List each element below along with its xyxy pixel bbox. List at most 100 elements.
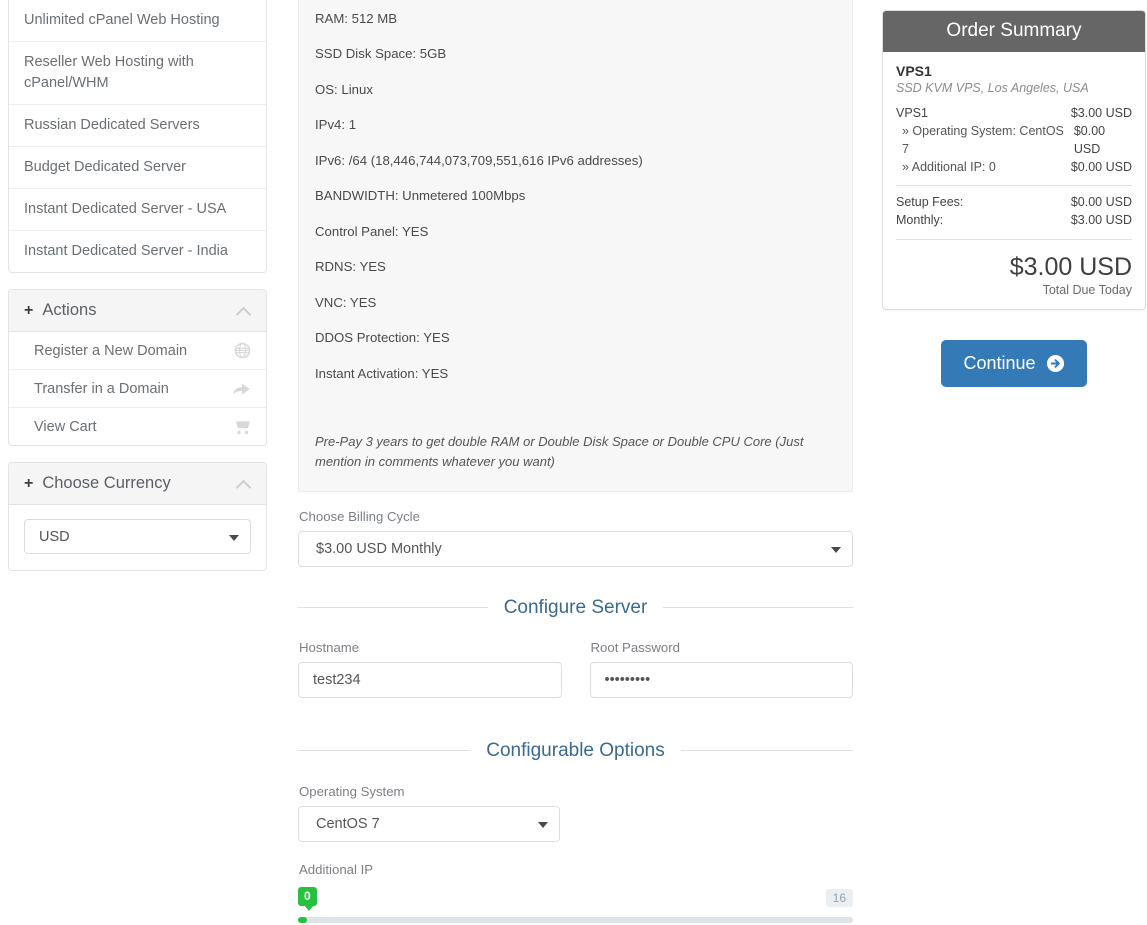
chevron-down-icon xyxy=(538,822,548,828)
order-line: » Operating System: CentOS 7$0.00 USD xyxy=(896,122,1132,158)
chevron-down-icon xyxy=(229,535,239,541)
actions-panel-header[interactable]: + Actions xyxy=(9,290,266,332)
currency-panel: + Choose Currency USD xyxy=(8,462,267,571)
plus-icon: + xyxy=(24,303,33,319)
continue-button-label: Continue xyxy=(963,353,1035,374)
root-password-input[interactable] xyxy=(590,662,854,698)
billing-cycle-select[interactable]: $3.00 USD Monthly xyxy=(298,531,853,567)
order-product-subtitle: SSD KVM VPS, Los Angeles, USA xyxy=(896,81,1132,95)
order-summary-column: Order Summary VPS1 SSD KVM VPS, Los Ange… xyxy=(882,10,1146,387)
currency-select[interactable]: USD xyxy=(24,519,251,554)
slider-value-tooltip: 0 xyxy=(298,887,317,906)
additional-ip-slider[interactable]: 0 16 012345678910111213141516 xyxy=(298,887,853,925)
divider-line-left xyxy=(298,750,470,751)
slider-max-badge: 16 xyxy=(826,889,853,907)
spec-line: IPv4: 1 xyxy=(315,106,836,141)
order-summary-body: VPS1 SSD KVM VPS, Los Angeles, USA VPS1$… xyxy=(883,52,1145,309)
sidebar-nav-item[interactable]: Instant Dedicated Server - USA xyxy=(9,188,266,230)
sidebar-nav-item[interactable]: Unlimited cPanel Web Hosting xyxy=(9,0,266,41)
actions-panel-title: Actions xyxy=(42,301,237,320)
chevron-down-icon xyxy=(831,547,841,553)
sidebar-nav-item[interactable]: Budget Dedicated Server xyxy=(9,146,266,188)
root-password-label: Root Password xyxy=(591,640,854,655)
spec-line: VNC: YES xyxy=(315,284,836,319)
server-fields-row: Hostname Root Password xyxy=(298,623,853,698)
hostname-input[interactable] xyxy=(298,662,562,698)
order-summary-heading: Order Summary xyxy=(883,11,1145,52)
order-line: VPS1$3.00 USD xyxy=(896,104,1132,122)
plus-icon: + xyxy=(24,476,33,492)
category-nav-panel: Unlimited cPanel Web HostingReseller Web… xyxy=(8,0,267,273)
spec-line: BANDWIDTH: Unmetered 100Mbps xyxy=(315,177,836,212)
continue-button[interactable]: Continue xyxy=(941,340,1086,387)
order-total-amount: $3.00 USD xyxy=(896,254,1132,282)
order-line-price: $0.00 USD xyxy=(1074,122,1132,158)
divider-line-right xyxy=(663,607,853,608)
root-password-field-group: Root Password xyxy=(590,623,854,698)
currency-select-value: USD xyxy=(39,529,70,545)
divider-line-left xyxy=(298,607,488,608)
order-line-price: $3.00 USD xyxy=(1071,211,1132,229)
sidebar-nav-item[interactable]: Reseller Web Hosting with cPanel/WHM xyxy=(9,41,266,104)
order-summary-panel: Order Summary VPS1 SSD KVM VPS, Los Ange… xyxy=(882,10,1146,310)
product-note: Pre-Pay 3 years to get double RAM or Dou… xyxy=(315,432,836,476)
chevron-up-icon[interactable] xyxy=(237,479,251,488)
order-divider-2 xyxy=(896,239,1132,240)
arrow-circle-right-icon xyxy=(1046,354,1065,373)
order-line-price: $0.00 USD xyxy=(1071,158,1132,176)
slider-fill xyxy=(298,917,307,923)
action-item-label: Register a New Domain xyxy=(34,343,187,359)
spec-line: IPv6: /64 (18,446,744,073,709,551,616 IP… xyxy=(315,142,836,177)
hostname-label: Hostname xyxy=(299,640,562,655)
spec-line: SSD Disk Space: 5GB xyxy=(315,35,836,70)
operating-system-select[interactable]: CentOS 7 xyxy=(298,806,560,842)
order-line: Setup Fees: $0.00 USD xyxy=(896,193,1132,211)
billing-cycle-value: $3.00 USD Monthly xyxy=(316,541,442,557)
order-line-label: » Operating System: CentOS 7 xyxy=(896,122,1074,158)
share-arrow-icon xyxy=(232,380,251,397)
main-content: RAM: 512 MBSSD Disk Space: 5GBOS: LinuxI… xyxy=(298,0,853,925)
action-item[interactable]: Transfer in a Domain xyxy=(9,369,266,407)
spec-line: RDNS: YES xyxy=(315,248,836,283)
checkout-page: Unlimited cPanel Web HostingReseller Web… xyxy=(0,0,1147,925)
continue-button-wrap: Continue xyxy=(882,340,1146,387)
order-line-price: $0.00 USD xyxy=(1071,193,1132,211)
billing-cycle-label: Choose Billing Cycle xyxy=(299,509,853,524)
order-divider xyxy=(896,185,1132,186)
action-item[interactable]: Register a New Domain xyxy=(9,332,266,369)
spec-line: Instant Activation: YES xyxy=(315,355,836,390)
order-product-name: VPS1 xyxy=(896,63,1132,79)
order-line-label: » Additional IP: 0 xyxy=(896,158,1004,176)
slider-rail[interactable] xyxy=(298,917,853,923)
globe-icon xyxy=(234,342,251,359)
shopping-cart-icon xyxy=(232,418,251,435)
sidebar-nav-item[interactable]: Russian Dedicated Servers xyxy=(9,104,266,146)
spec-line: OS: Linux xyxy=(315,71,836,106)
product-spec-panel: RAM: 512 MBSSD Disk Space: 5GBOS: LinuxI… xyxy=(298,0,853,492)
configurable-options-divider: Configurable Options xyxy=(298,740,853,762)
additional-ip-label: Additional IP xyxy=(299,862,853,877)
divider-line-right xyxy=(681,750,853,751)
operating-system-label: Operating System xyxy=(299,784,853,799)
order-line: » Additional IP: 0 $0.00 USD xyxy=(896,158,1132,176)
order-line: Monthly: $3.00 USD xyxy=(896,211,1132,229)
order-line-label: VPS1 xyxy=(896,104,936,122)
configure-server-divider: Configure Server xyxy=(298,597,853,619)
configurable-options-heading: Configurable Options xyxy=(470,740,681,762)
currency-panel-header[interactable]: + Choose Currency xyxy=(9,463,266,505)
spec-line: Control Panel: YES xyxy=(315,213,836,248)
sidebar-nav-item[interactable]: Instant Dedicated Server - India xyxy=(9,230,266,272)
order-line-label: Monthly: xyxy=(896,211,951,229)
order-total-caption: Total Due Today xyxy=(896,283,1132,297)
configure-server-heading: Configure Server xyxy=(488,597,664,619)
chevron-up-icon[interactable] xyxy=(237,306,251,315)
currency-panel-body: USD xyxy=(9,505,266,570)
order-line-label: Setup Fees: xyxy=(896,193,971,211)
spec-line: DDOS Protection: YES xyxy=(315,319,836,354)
action-item[interactable]: View Cart xyxy=(9,407,266,445)
action-item-label: Transfer in a Domain xyxy=(34,381,169,397)
operating-system-value: CentOS 7 xyxy=(316,816,380,832)
sidebar: Unlimited cPanel Web HostingReseller Web… xyxy=(8,0,267,571)
currency-panel-title: Choose Currency xyxy=(42,474,237,493)
spec-line: RAM: 512 MB xyxy=(315,0,836,35)
